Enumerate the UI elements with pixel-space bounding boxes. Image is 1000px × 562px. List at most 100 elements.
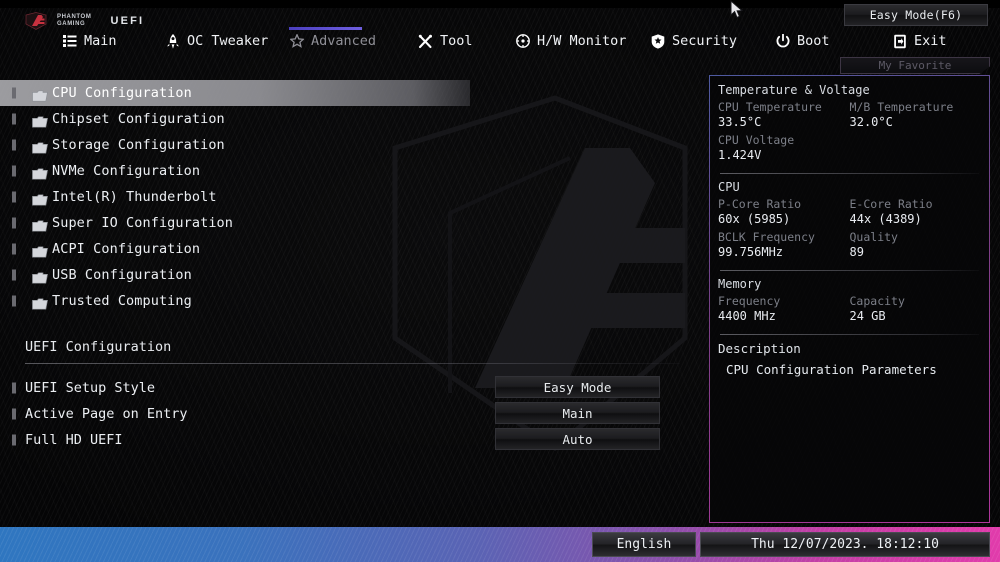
option-value-button[interactable]: Main <box>495 402 660 424</box>
info-cell: E-Core Ratio44x (4389) <box>850 197 982 230</box>
info-key: CPU Temperature <box>718 100 850 115</box>
star-icon <box>289 34 304 49</box>
shield-icon <box>650 34 665 49</box>
menu-item-label: Intel(R) Thunderbolt <box>52 189 217 205</box>
folder-icon <box>32 165 48 177</box>
info-cell: Capacity24 GB <box>850 294 982 327</box>
description-title: Description <box>718 341 981 356</box>
tab-boot[interactable]: Boot <box>775 26 830 56</box>
folder-icon <box>32 87 48 99</box>
option-label: UEFI Setup Style <box>25 380 155 396</box>
option-row-active-page-on-entry[interactable]: Active Page on Entry Main <box>0 402 690 426</box>
option-value-button[interactable]: Auto <box>495 428 660 450</box>
info-value: 24 GB <box>850 309 982 324</box>
info-key: CPU Voltage <box>718 133 850 148</box>
menu-item-label: NVMe Configuration <box>52 163 200 179</box>
tab-oc-tweaker[interactable]: OC Tweaker <box>165 26 268 56</box>
row-marker <box>12 218 16 229</box>
info-cell: CPU Temperature33.5°C <box>718 100 850 133</box>
info-section-grid: CPU Temperature33.5°CM/B Temperature32.0… <box>718 100 981 166</box>
option-row-uefi-setup-style[interactable]: UEFI Setup Style Easy Mode <box>0 376 690 400</box>
info-cell: CPU Voltage1.424V <box>718 133 850 166</box>
row-marker <box>12 296 16 307</box>
row-marker <box>12 192 16 203</box>
gauge-icon <box>515 34 530 49</box>
info-key: P-Core Ratio <box>718 197 850 212</box>
info-divider <box>720 334 979 335</box>
uefi-configuration-section-title: UEFI Configuration <box>25 339 171 355</box>
info-value: 33.5°C <box>718 115 850 130</box>
info-section-heading: Temperature & Voltage <box>718 83 981 97</box>
info-cell: M/B Temperature32.0°C <box>850 100 982 133</box>
menu-item-nvme-configuration[interactable]: NVMe Configuration <box>0 158 490 184</box>
row-marker <box>12 383 16 394</box>
exit-door-icon <box>892 34 907 49</box>
easy-mode-button[interactable]: Easy Mode(F6) <box>844 4 988 26</box>
menu-item-cpu-configuration[interactable]: CPU Configuration <box>0 80 470 106</box>
list-icon <box>62 34 77 49</box>
mouse-cursor-icon <box>730 0 744 20</box>
folder-icon <box>32 139 48 151</box>
my-favorite-tab[interactable]: My Favorite <box>840 57 990 74</box>
info-key: Quality <box>850 230 982 245</box>
tab-label: Tool <box>440 33 473 49</box>
menu-item-usb-configuration[interactable]: USB Configuration <box>0 262 490 288</box>
info-section-grid: P-Core Ratio60x (5985)E-Core Ratio44x (4… <box>718 197 981 263</box>
option-row-full-hd-uefi[interactable]: Full HD UEFI Auto <box>0 428 690 452</box>
menu-item-chipset-configuration[interactable]: Chipset Configuration <box>0 106 490 132</box>
tab-h-w-monitor[interactable]: H/W Monitor <box>515 26 626 56</box>
menu-item-storage-configuration[interactable]: Storage Configuration <box>0 132 490 158</box>
tab-tool[interactable]: Tool <box>418 26 473 56</box>
description-body: CPU Configuration Parameters <box>718 362 981 377</box>
info-divider <box>720 173 979 174</box>
info-cell <box>850 133 982 166</box>
info-key: BCLK Frequency <box>718 230 850 245</box>
menu-item-intel-r-thunderbolt[interactable]: Intel(R) Thunderbolt <box>0 184 490 210</box>
status-bar: English Thu 12/07/2023. 18:12:10 <box>0 527 1000 562</box>
tab-security[interactable]: Security <box>650 26 737 56</box>
menu-item-super-io-configuration[interactable]: Super IO Configuration <box>0 210 490 236</box>
menu-item-trusted-computing[interactable]: Trusted Computing <box>0 288 490 314</box>
active-tab-underline <box>289 27 362 30</box>
tab-label: OC Tweaker <box>187 33 268 49</box>
language-button[interactable]: English <box>592 532 696 557</box>
info-cell: Quality89 <box>850 230 982 263</box>
info-section-heading: CPU <box>718 180 981 194</box>
menu-item-acpi-configuration[interactable]: ACPI Configuration <box>0 236 490 262</box>
info-section-heading: Memory <box>718 277 981 291</box>
tab-main[interactable]: Main <box>62 26 117 56</box>
menu-item-label: Super IO Configuration <box>52 215 233 231</box>
option-label: Active Page on Entry <box>25 406 188 422</box>
folder-icon <box>32 217 48 229</box>
uefi-setup-screen: PHANTOM GAMING UEFI Easy Mode(F6) MainOC… <box>0 0 1000 562</box>
info-key: M/B Temperature <box>850 100 982 115</box>
folder-icon <box>32 113 48 125</box>
tab-exit[interactable]: Exit <box>892 26 947 56</box>
info-value: 44x (4389) <box>850 212 982 227</box>
menu-item-label: Storage Configuration <box>52 137 225 153</box>
option-label: Full HD UEFI <box>25 432 123 448</box>
main-navigation-bar: Main OC Tweaker Advanced Tool H/W Monitor Sec… <box>0 26 1000 58</box>
info-value: 4400 MHz <box>718 309 850 324</box>
folder-icon <box>32 295 48 307</box>
tab-advanced[interactable]: Advanced <box>289 26 376 56</box>
tab-label: Exit <box>914 33 947 49</box>
row-marker <box>12 140 16 151</box>
info-cell: BCLK Frequency99.756MHz <box>718 230 850 263</box>
menu-item-label: Chipset Configuration <box>52 111 225 127</box>
option-value-button[interactable]: Easy Mode <box>495 376 660 398</box>
menu-item-label: USB Configuration <box>52 267 192 283</box>
advanced-menu-list: CPU Configuration Chipset Configuration St… <box>0 72 700 520</box>
rocket-icon <box>165 34 180 49</box>
info-key: Capacity <box>850 294 982 309</box>
info-divider <box>720 270 979 271</box>
datetime-display[interactable]: Thu 12/07/2023. 18:12:10 <box>700 532 990 557</box>
folder-icon <box>32 191 48 203</box>
info-value: 32.0°C <box>850 115 982 130</box>
info-value: 1.424V <box>718 148 850 163</box>
row-marker <box>12 88 16 99</box>
info-key: E-Core Ratio <box>850 197 982 212</box>
tab-label: Security <box>672 33 737 49</box>
info-cell: P-Core Ratio60x (5985) <box>718 197 850 230</box>
menu-item-label: CPU Configuration <box>52 85 192 101</box>
